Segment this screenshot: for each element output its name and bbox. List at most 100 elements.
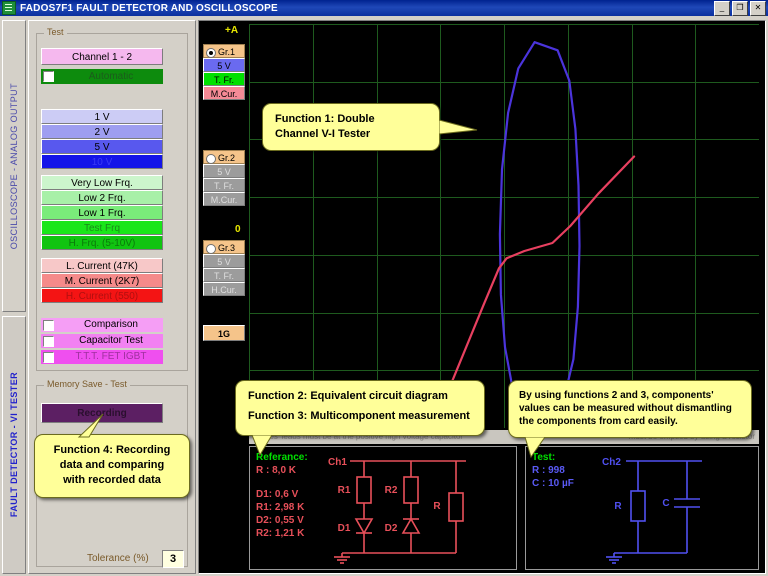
tolerance-input[interactable]: 3	[162, 550, 184, 568]
svg-text:R1: R1	[338, 485, 351, 496]
maximize-button[interactable]: ❐	[732, 1, 748, 16]
radio-gr3-icon[interactable]	[206, 244, 216, 254]
test-group-legend: Test	[44, 27, 67, 37]
axis-zero-label: 0	[235, 224, 241, 235]
test-line-1: C : 10 µF	[532, 478, 574, 489]
svg-text:D1: D1	[338, 523, 351, 534]
ttt-fet-igbt-checkbox[interactable]: T.T.T. FET IGBT	[41, 350, 163, 364]
vi-curve-plot[interactable]	[249, 24, 759, 428]
gain-1g-button[interactable]: 1G	[203, 325, 245, 341]
callout-note: By using functions 2 and 3, components' …	[508, 380, 752, 459]
callout-function-2-3: Function 2: Equivalent circuit diagram F…	[235, 380, 485, 457]
automatic-label: Automatic	[88, 71, 134, 82]
group-gr2-label: Gr.2	[218, 153, 236, 163]
group-gr2-current[interactable]: M.Cur.	[203, 192, 245, 206]
capacitor-test-checkbox[interactable]: Capacitor Test	[41, 334, 163, 348]
callout-fn1-line1: Function 1: Double	[275, 113, 375, 125]
voltage-10v-button[interactable]: 10 V	[41, 154, 163, 169]
application-window: FADOS7F1 FAULT DETECTOR AND OSCILLOSCOPE…	[0, 0, 768, 576]
reference-measurements: Referance: R : 8,0 K D1: 0,6 V R1: 2,98 …	[256, 451, 308, 540]
callout-note-tail-icon	[524, 437, 546, 459]
callout-fn1-line2: Channel V-I Tester	[275, 128, 371, 140]
callout-fn3: Function 3: Multicomponent measurement	[248, 410, 470, 422]
ttt-fet-igbt-checkbox-box[interactable]	[43, 352, 54, 363]
frequency-test-button[interactable]: Test Frq	[41, 220, 163, 235]
group-gr3-voltage[interactable]: 5 V	[203, 254, 245, 268]
app-icon	[2, 1, 16, 15]
reference-spacer	[256, 477, 308, 488]
callout-note-line1: By using functions 2 and 3, components'	[519, 390, 714, 401]
svg-text:C: C	[662, 498, 669, 509]
group-gr3[interactable]: Gr.3 5 V T. Fr. H.Cur.	[203, 240, 245, 296]
current-high-button[interactable]: H. Current (550)	[41, 288, 163, 303]
group-gr1-current[interactable]: M.Cur.	[203, 86, 245, 100]
callout-fn1-tail-icon	[439, 119, 478, 135]
frequency-low1-button[interactable]: Low 1 Frq.	[41, 205, 163, 220]
group-gr2-header[interactable]: Gr.2	[203, 150, 245, 164]
group-gr3-frequency[interactable]: T. Fr.	[203, 268, 245, 282]
capacitor-test-checkbox-box[interactable]	[43, 336, 54, 347]
memory-save-group-legend: Memory Save - Test	[44, 379, 130, 389]
current-medium-button[interactable]: M. Current (2K7)	[41, 273, 163, 288]
callout-note-line2: values can be measured without dismantli…	[519, 403, 732, 414]
tab-fault-detector-vi-tester[interactable]: FAULT DETECTOR - VI TESTER	[2, 316, 26, 574]
svg-text:R: R	[614, 501, 622, 512]
group-gr3-header[interactable]: Gr.3	[203, 240, 245, 254]
vertical-tab-strip: OSCILLOSCOPE - ANALOG OUTPUT FAULT DETEC…	[2, 20, 26, 574]
comparison-label: Comparison	[84, 319, 138, 330]
group-gr1-header[interactable]: Gr.1	[203, 44, 245, 58]
window-title: FADOS7F1 FAULT DETECTOR AND OSCILLOSCOPE	[20, 2, 278, 14]
group-gr1-voltage[interactable]: 5 V	[203, 58, 245, 72]
voltage-5v-button[interactable]: 5 V	[41, 139, 163, 154]
channel-1-2-button[interactable]: Channel 1 - 2	[41, 48, 163, 65]
frequency-very-low-button[interactable]: Very Low Frq.	[41, 175, 163, 190]
minimize-button[interactable]: _	[714, 1, 730, 16]
radio-gr1-icon[interactable]	[206, 48, 216, 58]
tab-oscilloscope-analog-output[interactable]: OSCILLOSCOPE - ANALOG OUTPUT	[2, 20, 26, 312]
callout-fn4-line1: Function 4: Recording	[53, 444, 171, 456]
callout-fn23-tail-icon	[251, 435, 273, 457]
frequency-high-button[interactable]: H. Frq. (5-10V)	[41, 235, 163, 250]
group-gr1-label: Gr.1	[218, 47, 236, 57]
voltage-1v-button[interactable]: 1 V	[41, 109, 163, 124]
comparison-checkbox[interactable]: Comparison	[41, 318, 163, 332]
reference-line-5: R2: 1,21 K	[256, 528, 305, 539]
automatic-checkbox[interactable]: Automatic	[41, 69, 163, 84]
vi-curve-svg	[249, 24, 759, 428]
svg-text:Ch1: Ch1	[328, 457, 347, 468]
callout-fn4-tail-icon	[77, 413, 104, 438]
radio-gr2-icon[interactable]	[206, 154, 216, 164]
reference-circuit-svg: Ch1 R1 D1 R2 D2 R	[328, 457, 466, 564]
reference-diagram-panel[interactable]: Referance: R : 8,0 K D1: 0,6 V R1: 2,98 …	[249, 446, 517, 570]
svg-text:R: R	[433, 501, 441, 512]
callout-note-line3: the components from card easily.	[519, 416, 678, 427]
group-gr3-label: Gr.3	[218, 243, 236, 253]
callout-fn4-line2: data and comparing	[59, 459, 165, 471]
test-diagram-panel[interactable]: Test: R : 998 C : 10 µF Ch2 R C	[525, 446, 759, 570]
group-gr2-frequency[interactable]: T. Fr.	[203, 178, 245, 192]
svg-text:D2: D2	[385, 523, 398, 534]
automatic-checkbox-box[interactable]	[43, 71, 54, 82]
title-bar: FADOS7F1 FAULT DETECTOR AND OSCILLOSCOPE…	[0, 0, 768, 16]
comparison-checkbox-box[interactable]	[43, 320, 54, 331]
group-gr1[interactable]: Gr.1 5 V T. Fr. M.Cur.	[203, 44, 245, 100]
group-gr3-current[interactable]: H.Cur.	[203, 282, 245, 296]
frequency-low2-button[interactable]: Low 2 Frq.	[41, 190, 163, 205]
callout-function-4: Function 4: Recording data and comparing…	[34, 413, 190, 498]
client-area: OSCILLOSCOPE - ANALOG OUTPUT FAULT DETEC…	[0, 16, 768, 576]
reference-line-0: R : 8,0 K	[256, 465, 297, 476]
reference-line-2: D1: 0,6 V	[256, 489, 299, 500]
group-gr1-frequency[interactable]: T. Fr.	[203, 72, 245, 86]
window-controls: _ ❐ ✕	[714, 1, 766, 16]
close-button[interactable]: ✕	[750, 1, 766, 16]
svg-text:Ch2: Ch2	[602, 457, 621, 468]
group-gr2[interactable]: Gr.2 5 V T. Fr. M.Cur.	[203, 150, 245, 206]
current-low-button[interactable]: L. Current (47K)	[41, 258, 163, 273]
callout-fn2: Function 2: Equivalent circuit diagram	[248, 390, 448, 402]
reference-line-4: D2: 0,55 V	[256, 515, 304, 526]
test-line-0: R : 998	[532, 465, 565, 476]
group-gr2-voltage[interactable]: 5 V	[203, 164, 245, 178]
tab-fault-detector-label: FAULT DETECTOR - VI TESTER	[9, 372, 19, 518]
voltage-2v-button[interactable]: 2 V	[41, 124, 163, 139]
callout-fn4-line3: with recorded data	[63, 474, 161, 486]
